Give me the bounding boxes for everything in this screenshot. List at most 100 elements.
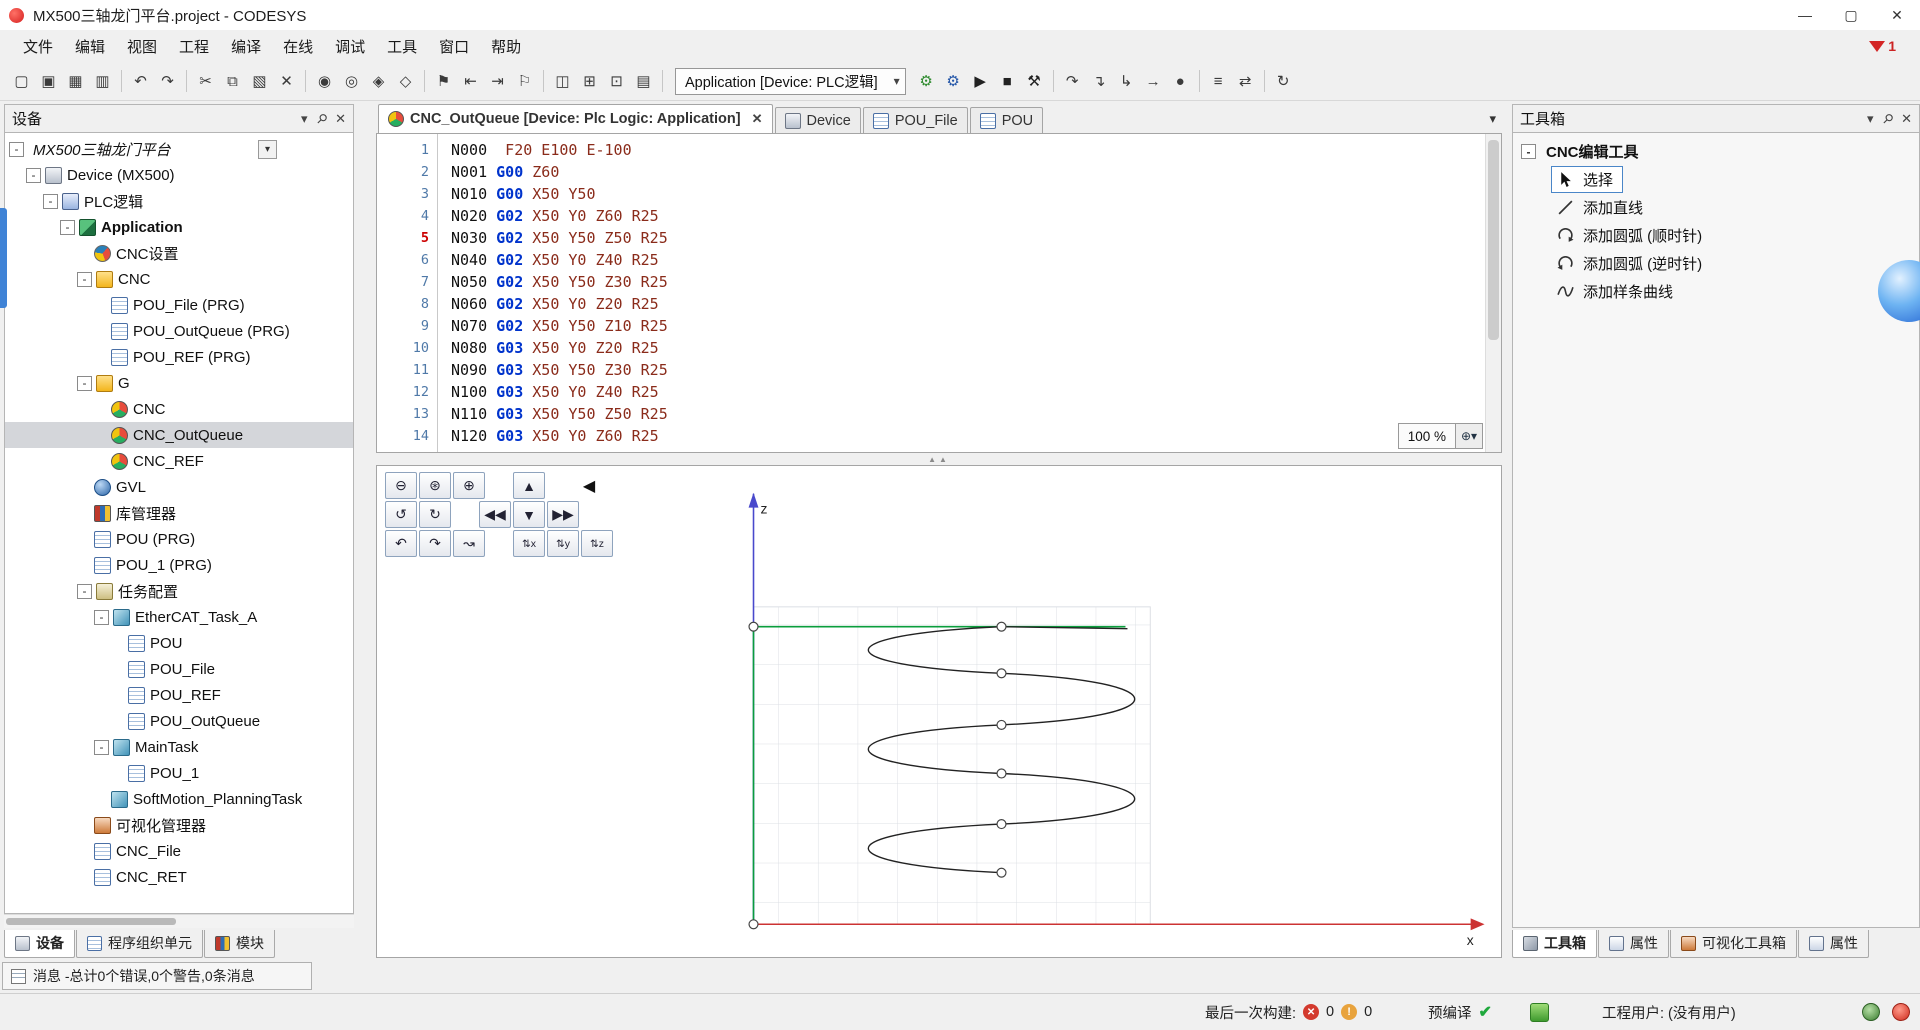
toolbox-item[interactable]: 添加直线 [1513,193,1919,221]
menu-item[interactable]: 工程 [168,31,220,62]
left-bottom-tab[interactable]: 设备 [4,930,75,958]
rotate-right-button[interactable]: ↻ [419,501,451,528]
single-cycle-icon[interactable]: ⚒ [1021,68,1048,94]
axis-x-button[interactable]: ⇅x [513,530,545,557]
tree-collapse-toggle[interactable]: - [77,584,92,599]
delete-icon[interactable]: ✕ [273,68,300,94]
code-line[interactable]: 14N120 G03 X50 Y0 Z60 R25 [377,425,1501,447]
zoom-control[interactable]: 100 % ⊕▾ [1398,423,1483,449]
tree-item[interactable]: CNC [5,396,353,422]
tree-item[interactable]: POU [5,630,353,656]
code-line[interactable]: 8N060 G02 X50 Y0 Z20 R25 [377,293,1501,315]
tree-collapse-toggle[interactable]: - [9,142,24,157]
device-root-dropdown[interactable]: ▾ [258,140,277,159]
right-bottom-tab[interactable]: 工具箱 [1512,930,1597,958]
undo-icon[interactable]: ↶ [127,68,154,94]
editor-tab[interactable]: POU [970,107,1043,133]
toolbox-item[interactable]: 添加圆弧 (顺时针) [1513,221,1919,249]
left-bottom-tab[interactable]: 模块 [204,930,275,958]
globe-icon[interactable] [1862,1003,1880,1021]
tree-collapse-toggle[interactable]: - [43,194,58,209]
step-backward-button[interactable]: ◀◀ [479,501,511,528]
collapse-toolbar-button[interactable]: ◀ [579,473,599,498]
tree-item[interactable]: CNC_RET [5,864,353,890]
replace-icon[interactable]: ◎ [338,68,365,94]
code-line[interactable]: 7N050 G02 X50 Y50 Z30 R25 [377,271,1501,293]
new-project-icon[interactable]: ▢ [8,68,35,94]
menu-item[interactable]: 视图 [116,31,168,62]
right-bottom-tab[interactable]: 属性 [1598,930,1669,958]
editor-splitter[interactable]: ▲▲ [376,453,1502,465]
redo-icon[interactable]: ↷ [154,68,181,94]
code-line[interactable]: 12N100 G03 X50 Y0 Z40 R25 [377,381,1501,403]
copy-icon[interactable]: ⧉ [219,68,246,94]
menu-item[interactable]: 编辑 [64,31,116,62]
application-combo[interactable]: Application [Device: PLC逻辑]▾ [675,68,906,95]
step-forward-button[interactable]: ▶▶ [547,501,579,528]
run-to-cursor-icon[interactable]: → [1140,68,1167,94]
menu-item[interactable]: 文件 [12,31,64,62]
tree-item[interactable]: -CNC [5,266,353,292]
menu-item[interactable]: 帮助 [480,31,532,62]
tree-item[interactable]: POU_REF (PRG) [5,344,353,370]
status-dot-icon[interactable] [1892,1003,1910,1021]
panel-menu-icon[interactable]: ▾ [1867,111,1874,127]
tree-collapse-toggle[interactable]: - [94,740,109,755]
tree-item[interactable]: POU_REF [5,682,353,708]
toolbox-item[interactable]: 添加样条曲线 [1513,277,1919,305]
monitor-icon[interactable]: ▤ [630,68,657,94]
maximize-button[interactable]: ▢ [1828,0,1874,30]
pin-icon[interactable]: ⚲ [1878,109,1896,127]
tree-item[interactable]: -MX500三轴龙门平台▾ [5,136,353,162]
close-button[interactable]: ✕ [1874,0,1920,30]
editor-tab[interactable]: CNC_OutQueue [Device: Plc Logic: Applica… [378,104,773,133]
tree-collapse-toggle[interactable]: - [94,610,109,625]
tree-item[interactable]: CNC设置 [5,240,353,266]
left-bottom-tab[interactable]: 程序组织单元 [76,930,203,958]
find-icon[interactable]: ◉ [311,68,338,94]
login-icon[interactable]: ⚙ [913,68,940,94]
tree-item[interactable]: POU_File (PRG) [5,292,353,318]
prev-bookmark-icon[interactable]: ⇤ [457,68,484,94]
compare-icon[interactable]: ⇄ [1232,68,1259,94]
notification-area[interactable]: 1 [1869,38,1896,54]
paste-icon[interactable]: ▧ [246,68,273,94]
close-panel-icon[interactable]: ✕ [1901,111,1912,127]
clear-bookmarks-icon[interactable]: ⚐ [511,68,538,94]
code-line[interactable]: 6N040 G02 X50 Y0 Z40 R25 [377,249,1501,271]
print-icon[interactable]: ▥ [89,68,116,94]
view-top-button[interactable]: ▲ [513,472,545,499]
step-into-icon[interactable]: ↴ [1086,68,1113,94]
pin-icon[interactable]: ⚲ [312,109,330,127]
menu-item[interactable]: 调试 [324,31,376,62]
zoom-out-button[interactable]: ⊖ [385,472,417,499]
tree-item[interactable]: CNC_OutQueue [5,422,353,448]
editor-scrollbar[interactable] [1485,134,1501,452]
tree-item[interactable]: CNC_REF [5,448,353,474]
rotate-z-button[interactable]: ↝ [453,530,485,557]
tree-item[interactable]: -G [5,370,353,396]
editor-scrollbar-thumb[interactable] [1488,140,1499,340]
group-collapse-toggle[interactable]: - [1521,144,1536,159]
close-tab-icon[interactable]: ✕ [752,111,763,127]
tree-item[interactable]: POU_1 [5,760,353,786]
code-line[interactable]: 3N010 G00 X50 Y50 [377,183,1501,205]
code-line[interactable]: 11N090 G03 X50 Y50 Z30 R25 [377,359,1501,381]
code-editor[interactable]: 1N000 F20 E100 E-1002N001 G00 Z603N010 G… [376,133,1502,453]
find-all-icon[interactable]: ◈ [365,68,392,94]
zoom-menu-button[interactable]: ⊕▾ [1455,424,1482,448]
message-bar[interactable]: 消息 -总计0个错误,0个警告,0条消息 [2,962,312,990]
minimize-button[interactable]: — [1782,0,1828,30]
code-line[interactable]: 2N001 G00 Z60 [377,161,1501,183]
tree-item[interactable]: POU_OutQueue (PRG) [5,318,353,344]
toggle-bookmark-icon[interactable]: ⚑ [430,68,457,94]
toolbox-group[interactable]: - CNC编辑工具 [1513,138,1919,165]
code-line[interactable]: 10N080 G03 X50 Y0 Z20 R25 [377,337,1501,359]
save-icon[interactable]: ▦ [62,68,89,94]
menu-item[interactable]: 编译 [220,31,272,62]
menu-item[interactable]: 工具 [376,31,428,62]
tree-item[interactable]: POU_OutQueue [5,708,353,734]
rotate-x-button[interactable]: ↶ [385,530,417,557]
zoom-in-button[interactable]: ⊕ [453,472,485,499]
close-panel-icon[interactable]: ✕ [335,111,346,127]
